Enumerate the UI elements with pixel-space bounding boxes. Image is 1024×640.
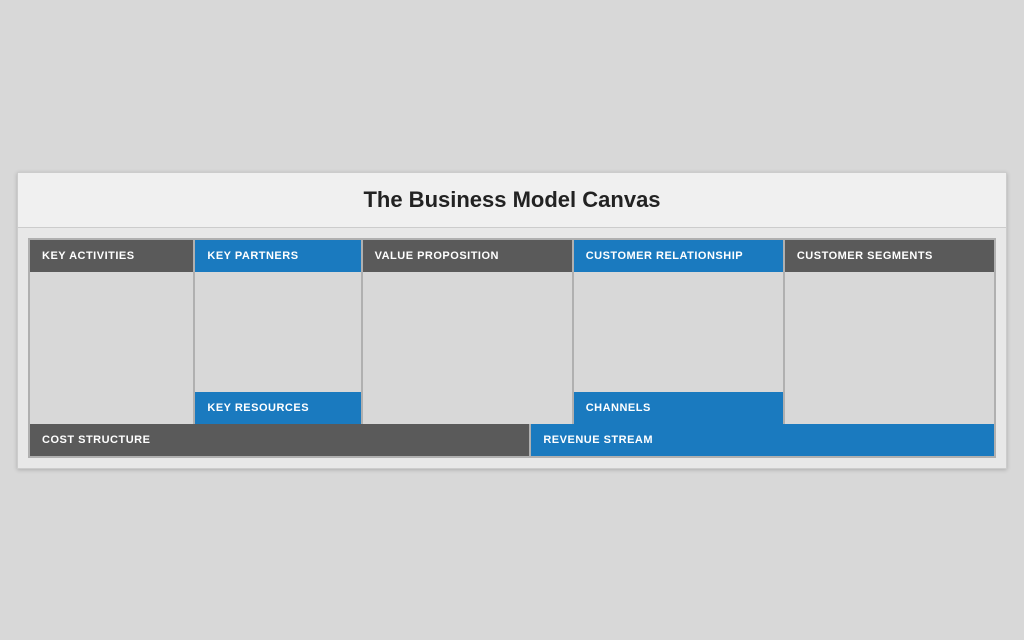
key-activities-body — [30, 272, 193, 424]
key-activities-header: KEY ACTIVITIES — [30, 240, 193, 272]
cost-structure-col: COST STRUCTURE — [28, 424, 531, 458]
customer-relationship-body — [574, 272, 783, 392]
channels-section: CHANNELS — [574, 392, 783, 424]
bottom-section: COST STRUCTURE REVENUE STREAM — [28, 424, 996, 458]
revenue-stream-col: REVENUE STREAM — [531, 424, 996, 458]
customer-segments-body — [785, 272, 994, 424]
customer-relationship-header: CUSTOMER RELATIONSHIP — [574, 240, 783, 272]
page-title: The Business Model Canvas — [28, 187, 996, 213]
key-activities-col: KEY ACTIVITIES — [28, 238, 195, 426]
value-proposition-header: VALUE PROPOSITION — [363, 240, 572, 272]
value-proposition-col: VALUE PROPOSITION — [363, 238, 574, 426]
key-partners-col: KEY PARTNERS KEY RESOURCES — [195, 238, 362, 426]
customer-segments-header: CUSTOMER SEGMENTS — [785, 240, 994, 272]
revenue-stream-header: REVENUE STREAM — [531, 424, 994, 456]
cost-structure-header: COST STRUCTURE — [30, 424, 529, 456]
key-resources-header: KEY RESOURCES — [195, 392, 360, 424]
customer-segments-col: CUSTOMER SEGMENTS — [785, 238, 996, 426]
key-partners-body-top — [195, 272, 360, 392]
cr-channels-col: CUSTOMER RELATIONSHIP CHANNELS — [574, 238, 785, 426]
title-bar: The Business Model Canvas — [18, 173, 1006, 228]
customer-relationship-section: CUSTOMER RELATIONSHIP — [574, 240, 783, 392]
channels-header: CHANNELS — [574, 392, 783, 424]
top-section: KEY ACTIVITIES KEY PARTNERS KEY RESOURCE… — [28, 238, 996, 426]
canvas-grid: KEY ACTIVITIES KEY PARTNERS KEY RESOURCE… — [18, 228, 1006, 468]
key-partners-header: KEY PARTNERS — [195, 240, 360, 272]
value-proposition-body — [363, 272, 572, 424]
canvas-wrapper: The Business Model Canvas KEY ACTIVITIES… — [17, 172, 1007, 469]
